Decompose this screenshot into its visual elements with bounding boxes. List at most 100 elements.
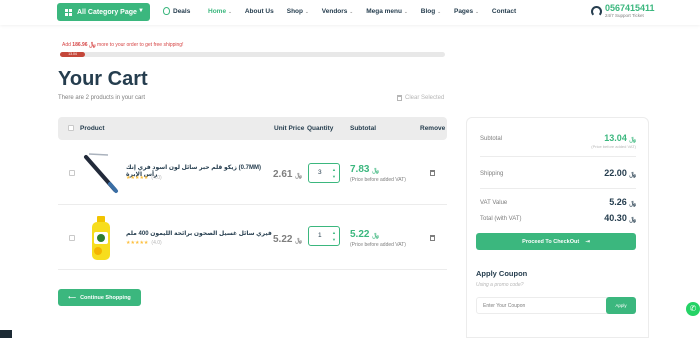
product-name-link[interactable]: فيري سائل غسيل الصحون برائحة الليمون 400… (126, 230, 276, 237)
rial-icon: ﷼ (629, 172, 636, 178)
total-amount: 40.30 (604, 213, 627, 223)
select-all-checkbox[interactable] (68, 125, 74, 131)
page-title: Your Cart (58, 68, 148, 90)
chevron-down-icon: ⌄ (437, 9, 441, 14)
row-checkbox[interactable] (69, 235, 75, 241)
progress-fill: 13.04 (60, 52, 86, 57)
chevron-down-icon: ⌄ (403, 9, 408, 14)
stepper-arrows-icon[interactable]: ▲ ▼ (332, 166, 336, 180)
shipping-amount: 22.00 (604, 168, 627, 178)
stars-icon: ★★★★★ (126, 240, 149, 246)
checkout-label: Proceed To CheckOut (522, 238, 580, 245)
nav-vendors-label: Vendors (321, 8, 348, 15)
chevron-down-icon: ⌄ (475, 9, 479, 14)
coupon-question: Using a promo code? (476, 282, 524, 288)
nav-pages[interactable]: Pages ⌄ (454, 8, 479, 15)
headset-icon (591, 5, 602, 17)
row-subtotal: 7.83 ﷼ (350, 164, 379, 175)
unit-price: 2.61 ﷼ (273, 169, 302, 180)
clear-selected-label: Clear Selected (405, 95, 445, 101)
rial-icon: ﷼ (629, 201, 636, 207)
rating-stars: ★★★★★ (4.0) (126, 240, 162, 246)
divider (480, 156, 636, 157)
quantity-stepper[interactable]: 1 ▲ ▼ (308, 226, 340, 246)
arrow-left-icon: ⟵ (68, 294, 77, 301)
clear-selected-button[interactable]: Clear Selected (397, 95, 444, 101)
free-shipping-message: Add 186.96 ﷼ more to your order to get f… (62, 42, 183, 49)
continue-shopping-button[interactable]: ⟵ Continue Shopping (58, 289, 141, 306)
grid-icon (65, 8, 72, 16)
nav-home[interactable]: Home ⌄ (208, 8, 232, 15)
rating-count: (4.0) (151, 175, 162, 181)
rating-stars: ★★★★★ (4.0) (126, 175, 162, 181)
chevron-down-icon: ⌄ (304, 9, 309, 14)
fire-icon (163, 7, 170, 15)
nav-mega-menu[interactable]: Mega menu ⌄ (366, 8, 408, 15)
continue-shopping-label: Continue Shopping (80, 294, 131, 301)
row-checkbox[interactable] (69, 170, 75, 176)
all-category-button[interactable]: All Category Page ▼ (57, 3, 150, 21)
phone-subtitle: 24/7 Support Ticket (605, 13, 644, 18)
apply-coupon-button[interactable]: Apply (606, 297, 636, 314)
deals-label: Deals (173, 7, 191, 15)
proceed-to-checkout-button[interactable]: Proceed To CheckOut ⇥ (476, 233, 636, 250)
quantity-stepper[interactable]: 3 ▲ ▼ (308, 163, 340, 183)
shipping-prefix: Add (62, 42, 71, 48)
product-image-fairy[interactable] (80, 214, 122, 262)
table-row: (0.7MM) زيكو قلم حبر سائل لون اسود فري إ… (58, 141, 447, 205)
rial-icon: ﷼ (295, 173, 302, 179)
table-row: فيري سائل غسيل الصحون برائحة الليمون 400… (58, 206, 447, 270)
corner-widget (0, 330, 12, 338)
unit-price-value: 2.61 (273, 169, 293, 180)
subtotal-value: 13.04 ﷼ (604, 133, 636, 144)
nav-home-label: Home (208, 8, 227, 15)
row-subtotal: 5.22 ﷼ (350, 229, 379, 240)
price-before-vat-note: (Price before added VAT) (350, 177, 406, 183)
col-remove: Remove (420, 125, 446, 132)
nav-vendors[interactable]: Vendors ⌄ (322, 8, 353, 15)
nav-shop[interactable]: Shop ⌄ (287, 8, 309, 15)
rial-icon: ﷼ (629, 137, 636, 143)
total-label: Total (with VAT) (480, 216, 522, 222)
rial-icon: ﷼ (372, 233, 379, 239)
subtotal-amount: 13.04 (604, 133, 627, 143)
vat-value: 5.26 ﷼ (609, 197, 636, 208)
nav-shop-label: Shop (286, 8, 303, 15)
vat-label: VAT Value (480, 200, 508, 206)
trash-icon[interactable] (430, 235, 435, 241)
whatsapp-icon[interactable]: ✆ (686, 302, 700, 316)
pen-image (84, 153, 118, 193)
col-subtotal: Subtotal (350, 125, 376, 132)
stepper-arrows-icon[interactable]: ▲ ▼ (332, 229, 336, 243)
price-before-vat-note: (Price before added VAT) (350, 242, 406, 248)
free-shipping-progress: 13.04 (60, 52, 445, 57)
trash-icon[interactable] (430, 170, 435, 176)
nav-about[interactable]: About Us (245, 8, 274, 15)
rial-icon: ﷼ (295, 238, 302, 244)
trash-icon (397, 95, 402, 101)
support-phone[interactable]: 0567415411 24/7 Support Ticket (591, 4, 655, 18)
nav-contact[interactable]: Contact (492, 8, 516, 15)
quantity-value: 1 (318, 232, 322, 239)
cart-table-header: Product Unit Price Quantity Subtotal Rem… (58, 117, 447, 140)
sign-out-icon: ⇥ (585, 238, 590, 245)
chevron-down-icon: ⌄ (349, 9, 354, 14)
shipping-suffix: more to your order to get free shipping! (97, 42, 184, 48)
cart-count-text: There are 2 products in your cart (58, 95, 146, 101)
divider (480, 188, 636, 189)
row-subtotal-value: 7.83 (350, 164, 370, 175)
shipping-amount: 186.96 (72, 42, 88, 48)
vat-amount: 5.26 (609, 197, 627, 207)
deals-link[interactable]: Deals (163, 7, 190, 15)
subtotal-note: (Price before added VAT) (591, 144, 636, 149)
col-unit-price: Unit Price (274, 125, 305, 132)
chevron-down-icon: ⌄ (228, 9, 232, 14)
rial-icon: ﷼ (629, 217, 636, 223)
col-product: Product (80, 125, 105, 132)
rial-icon: ﷼ (88, 42, 96, 48)
quantity-value: 3 (318, 169, 322, 176)
coupon-input[interactable]: Enter Your Coupon (476, 297, 610, 314)
product-image-pen[interactable] (80, 149, 122, 197)
nav-mega-menu-label: Mega menu (366, 8, 402, 15)
nav-blog[interactable]: Blog ⌄ (421, 8, 441, 15)
